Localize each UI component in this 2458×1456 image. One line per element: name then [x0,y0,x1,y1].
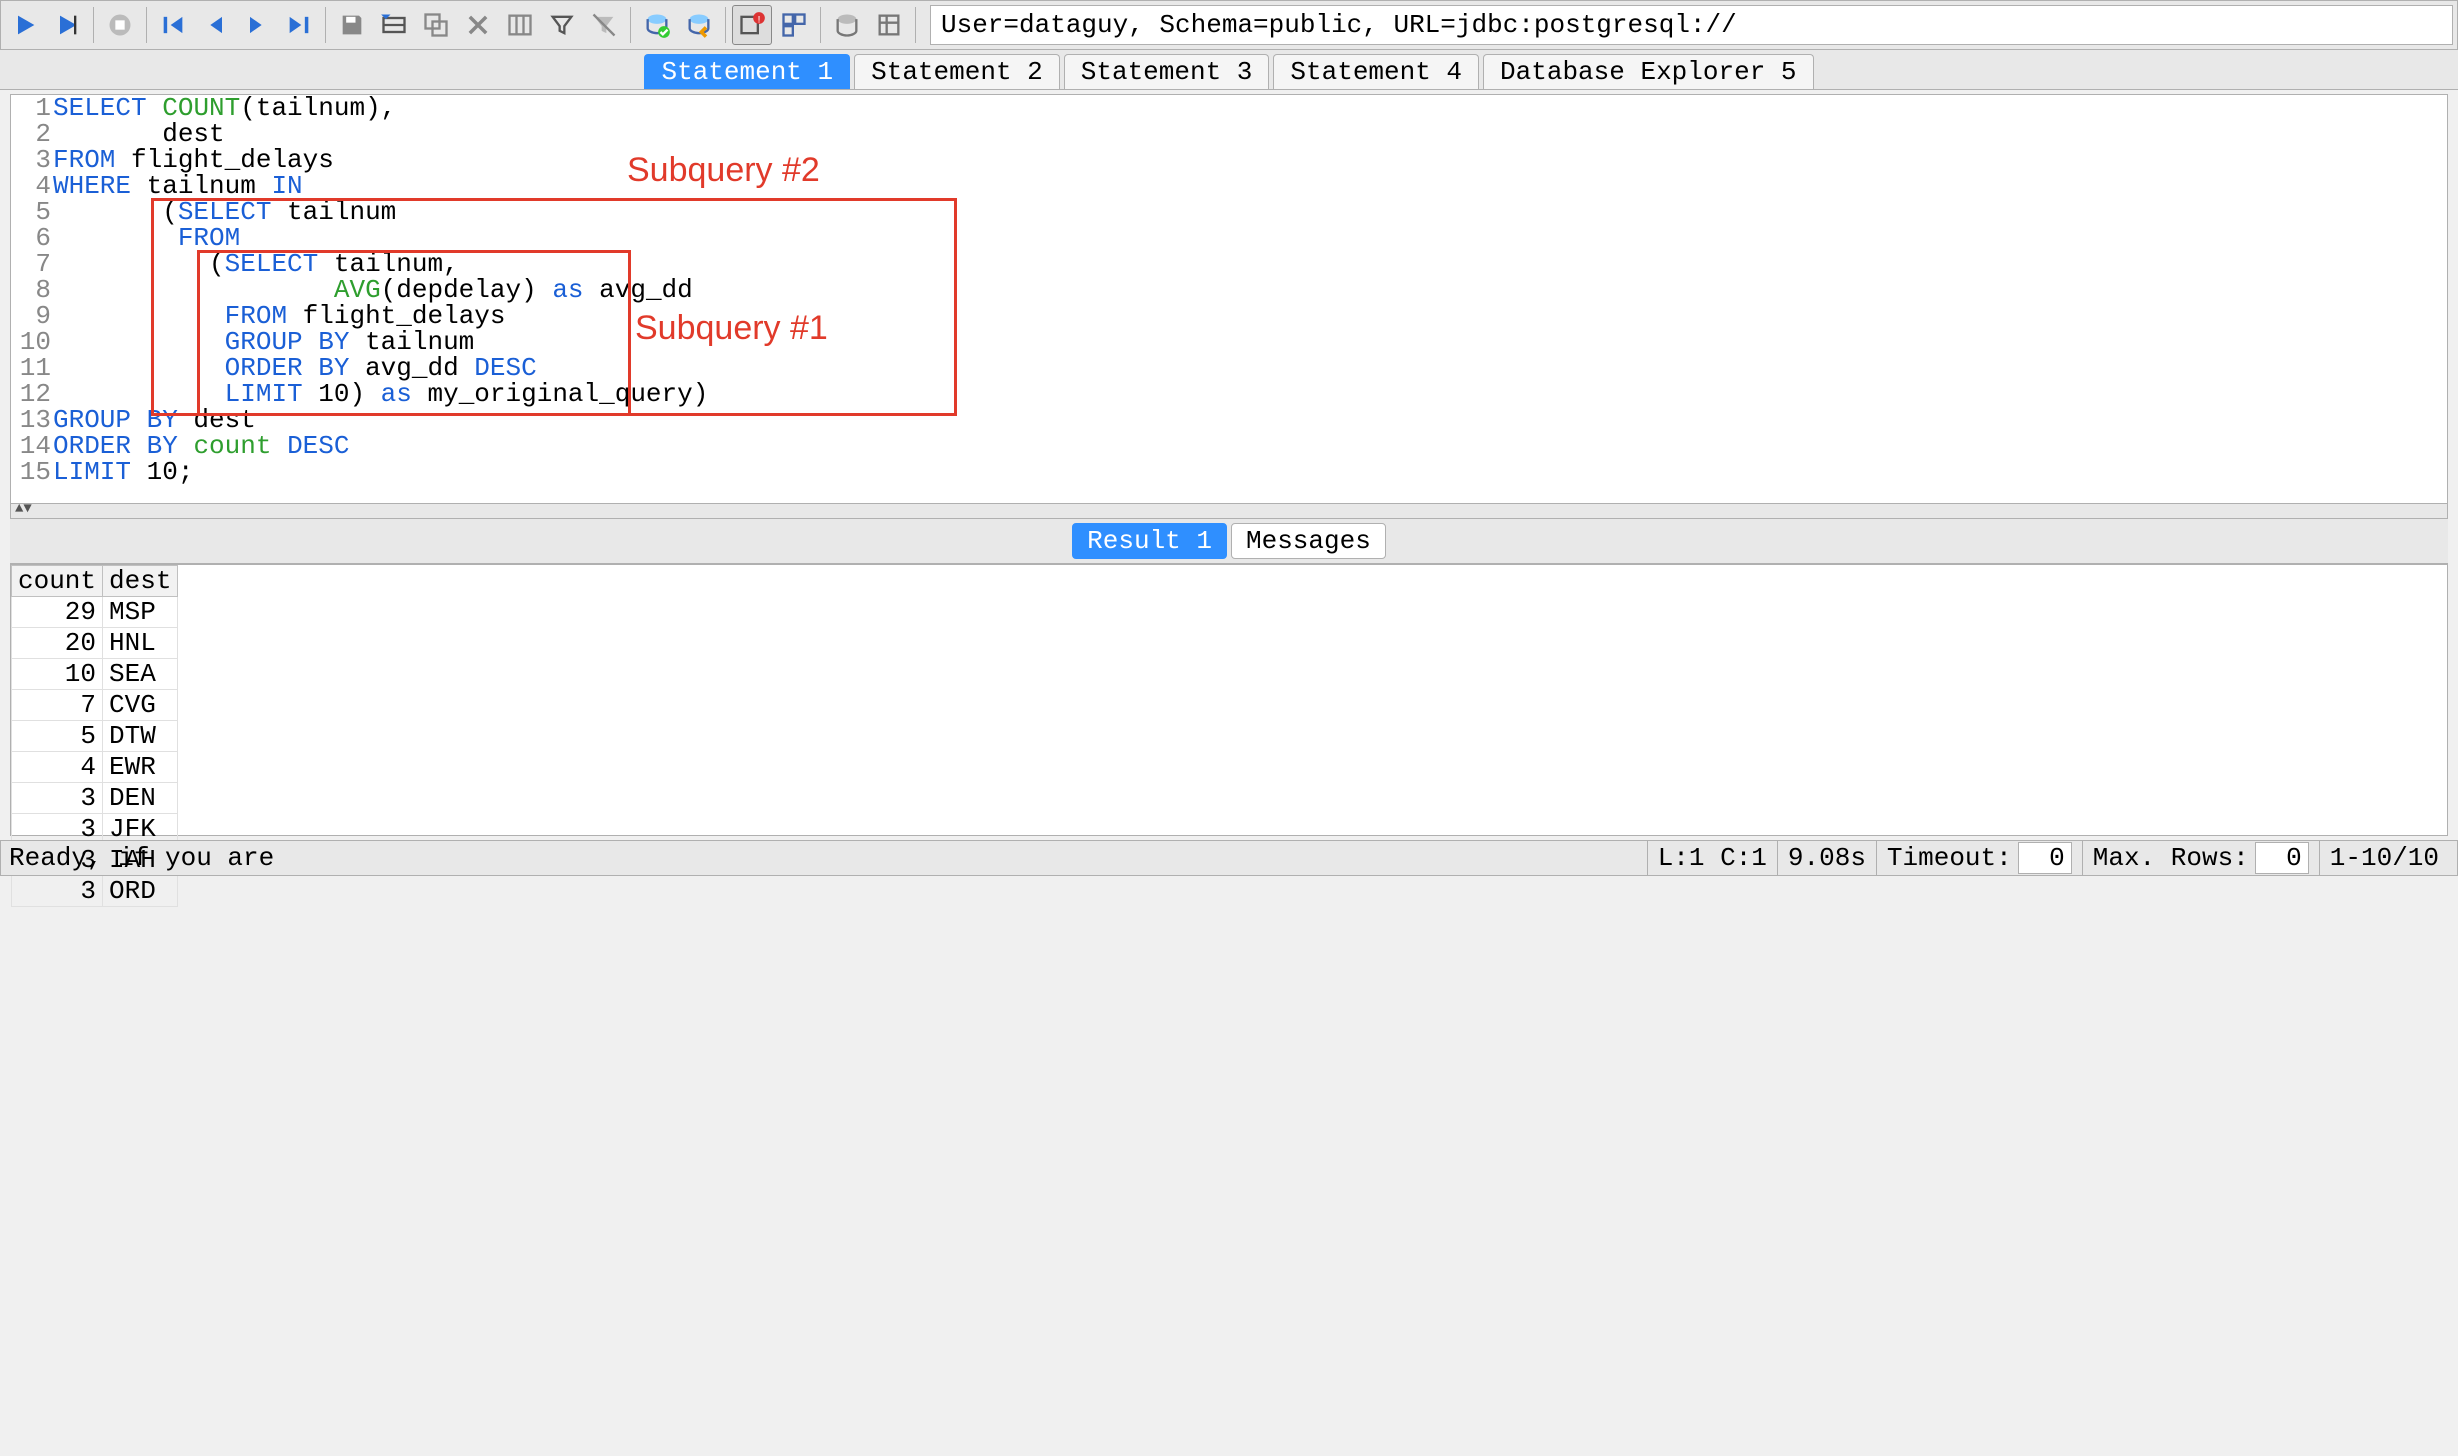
editor-line[interactable]: 10 GROUP BY tailnum [11,329,2447,355]
statement-tab[interactable]: Statement 1 [644,54,850,89]
line-number: 10 [11,329,53,355]
table-row[interactable]: 3ORD [12,876,178,907]
timeout-input[interactable]: 0 [2018,842,2072,874]
line-number: 5 [11,199,53,225]
statement-tab[interactable]: Database Explorer 5 [1483,54,1813,89]
main-toolbar: ! User=dataguy, Schema=public, URL=jdbc:… [0,0,2458,50]
select-columns-icon[interactable] [500,5,540,45]
editor-line[interactable]: 3FROM flight_delays [11,147,2447,173]
statement-tab[interactable]: Statement 3 [1064,54,1270,89]
subquery-2-label: Subquery #2 [627,151,820,190]
table-row[interactable]: 29MSP [12,597,178,628]
execute-cursor-icon[interactable] [47,5,87,45]
editor-line[interactable]: 14ORDER BY count DESC [11,433,2447,459]
timeout-field: Timeout:0 [1876,841,2082,875]
exec-time: 9.08s [1777,841,1876,875]
editor-splitter[interactable]: ▲▼ [10,504,2448,518]
delete-row-icon[interactable] [458,5,498,45]
line-number: 3 [11,147,53,173]
editor-line[interactable]: 11 ORDER BY avg_dd DESC [11,355,2447,381]
editor-line[interactable]: 5 (SELECT tailnum [11,199,2447,225]
result-tab[interactable]: Messages [1231,523,1386,559]
editor-line[interactable]: 4WHERE tailnum IN [11,173,2447,199]
prev-icon[interactable] [195,5,235,45]
line-number: 15 [11,459,53,485]
cursor-position: L:1 C:1 [1647,841,1777,875]
show-objects-icon[interactable] [869,5,909,45]
filter-icon[interactable] [542,5,582,45]
sql-editor[interactable]: 1SELECT COUNT(tailnum),2 dest3FROM fligh… [10,94,2448,504]
line-number: 1 [11,95,53,121]
subquery-1-label: Subquery #1 [635,309,828,348]
result-grid[interactable]: countdest29MSP20HNL10SEA7CVG5DTW4EWR3DEN… [10,564,2448,836]
table-row[interactable]: 3DEN [12,783,178,814]
line-number: 6 [11,225,53,251]
insert-row-icon[interactable] [374,5,414,45]
status-message: Ready, if you are [9,843,1647,873]
filter-off-icon[interactable] [584,5,624,45]
save-icon[interactable] [332,5,372,45]
editor-line[interactable]: 12 LIMIT 10) as my_original_query) [11,381,2447,407]
column-header[interactable]: count [12,566,103,597]
line-number: 8 [11,277,53,303]
connection-info: User=dataguy, Schema=public, URL=jdbc:po… [930,5,2453,45]
editor-line[interactable]: 9 FROM flight_delays [11,303,2447,329]
table-row[interactable]: 20HNL [12,628,178,659]
execute-icon[interactable] [5,5,45,45]
editor-line[interactable]: 15LIMIT 10; [11,459,2447,485]
editor-line[interactable]: 13GROUP BY dest [11,407,2447,433]
statement-tab[interactable]: Statement 2 [854,54,1060,89]
editor-line[interactable]: 8 AVG(depdelay) as avg_dd [11,277,2447,303]
status-bar: Ready, if you are L:1 C:1 9.08s Timeout:… [0,840,2458,876]
rollback-icon[interactable] [679,5,719,45]
line-number: 13 [11,407,53,433]
line-number: 11 [11,355,53,381]
maxrows-field: Max. Rows:0 [2082,841,2319,875]
first-icon[interactable] [153,5,193,45]
last-icon[interactable] [279,5,319,45]
editor-line[interactable]: 2 dest [11,121,2447,147]
result-tabstrip: Result 1Messages [10,518,2448,564]
editor-line[interactable]: 7 (SELECT tailnum, [11,251,2447,277]
editor-line[interactable]: 1SELECT COUNT(tailnum), [11,95,2447,121]
statement-tabstrip: Statement 1Statement 2Statement 3Stateme… [0,50,2458,90]
line-number: 14 [11,433,53,459]
column-header[interactable]: dest [103,566,178,597]
stop-icon[interactable] [100,5,140,45]
statement-tab[interactable]: Statement 4 [1273,54,1479,89]
line-number: 2 [11,121,53,147]
line-number: 4 [11,173,53,199]
svg-text:!: ! [756,15,762,27]
maxrows-input[interactable]: 0 [2255,842,2309,874]
line-number: 12 [11,381,53,407]
table-row[interactable]: 4EWR [12,752,178,783]
copy-row-icon[interactable] [416,5,456,45]
result-tab[interactable]: Result 1 [1072,523,1227,559]
next-icon[interactable] [237,5,277,45]
row-range: 1-10/10 [2319,841,2449,875]
autocommit-icon[interactable]: ! [732,5,772,45]
append-results-icon[interactable] [774,5,814,45]
editor-line[interactable]: 6 FROM [11,225,2447,251]
line-number: 9 [11,303,53,329]
table-row[interactable]: 10SEA [12,659,178,690]
commit-icon[interactable] [637,5,677,45]
line-number: 7 [11,251,53,277]
db-explorer-icon[interactable] [827,5,867,45]
table-row[interactable]: 5DTW [12,721,178,752]
table-row[interactable]: 7CVG [12,690,178,721]
